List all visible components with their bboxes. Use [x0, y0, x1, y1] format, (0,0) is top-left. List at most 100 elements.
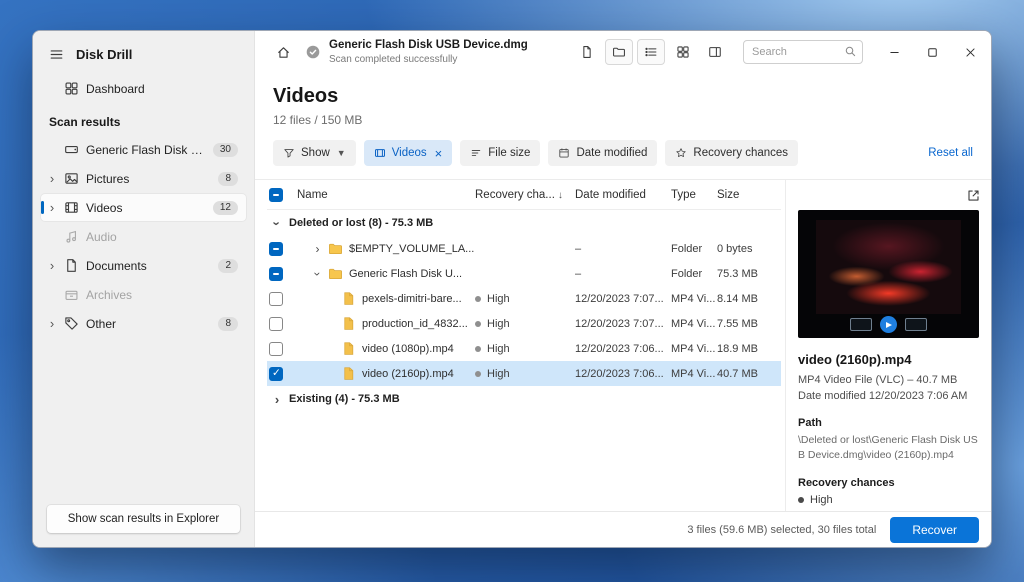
row-checkbox[interactable]: [269, 316, 283, 331]
chevron-right-icon[interactable]: ›: [272, 393, 282, 406]
show-filter-dropdown[interactable]: Show ▼: [273, 140, 356, 166]
cell-date: 12/20/2023 7:06...: [575, 367, 664, 380]
active-filter-label: Videos: [391, 147, 427, 159]
group-label: Deleted or lost (8) - 75.3 MB: [289, 217, 434, 229]
table-row[interactable]: pexels-dimitri-bare... High 12/20/2023 7…: [267, 286, 781, 311]
sort-descending-icon: ↓: [557, 189, 563, 201]
path-label: Path: [798, 417, 822, 429]
table-row[interactable]: › Generic Flash Disk U... – Folder 75.3 …: [267, 261, 781, 286]
reset-all-link[interactable]: Reset all: [928, 147, 973, 159]
file-size-filter[interactable]: File size: [460, 140, 541, 166]
archives-icon: [64, 287, 79, 302]
chevron-right-icon[interactable]: ›: [313, 243, 322, 255]
file-table: Name Recovery cha... ↓ Date modified Type…: [255, 180, 785, 511]
row-checkbox[interactable]: [269, 341, 283, 356]
group-row-existing[interactable]: › Existing (4) - 75.3 MB: [267, 386, 781, 412]
file-size-filter-label: File size: [488, 147, 531, 159]
file-path: \Deleted or lost\Generic Flash Disk USB …: [798, 434, 978, 461]
file-name: Generic Flash Disk U...: [349, 267, 463, 280]
sidebar-item-other[interactable]: › Other 8: [41, 310, 246, 337]
table-row[interactable]: › $EMPTY_VOLUME_LA... – Folder 0 bytes: [267, 236, 781, 261]
sidebar-item-videos[interactable]: › Videos 12: [41, 194, 246, 221]
column-header-recovery[interactable]: Recovery cha... ↓: [475, 189, 575, 201]
count-badge: 12: [212, 200, 238, 215]
star-icon: [675, 147, 687, 159]
sidebar-item-label: Pictures: [86, 171, 130, 186]
cell-size: 0 bytes: [717, 242, 753, 255]
file-name: $EMPTY_VOLUME_LA...: [349, 242, 475, 255]
preview-panel-button[interactable]: [701, 39, 729, 65]
open-folder-button[interactable]: [605, 39, 633, 65]
chevron-down-icon[interactable]: ›: [270, 218, 285, 228]
video-preview-thumbnail[interactable]: [798, 210, 979, 338]
new-file-button[interactable]: [573, 39, 601, 65]
active-filter-videos[interactable]: Videos ×: [363, 140, 453, 166]
minimize-button[interactable]: [877, 37, 911, 67]
select-all-checkbox[interactable]: [269, 187, 283, 202]
count-badge: 30: [212, 142, 238, 157]
date-modified-filter[interactable]: Date modified: [548, 140, 658, 166]
video-filter-icon: [374, 147, 386, 159]
chevron-down-icon[interactable]: ›: [311, 269, 325, 278]
column-header-size[interactable]: Size: [717, 189, 781, 201]
recovery-dot-icon: [475, 320, 481, 327]
list-view-button[interactable]: [637, 39, 665, 65]
file-name: video (2160p).mp4: [362, 367, 454, 380]
cell-size: 7.55 MB: [717, 317, 758, 330]
playback-controls: [798, 316, 979, 333]
titlebar: Generic Flash Disk USB Device.dmg Scan c…: [255, 31, 991, 73]
hamburger-menu-icon[interactable]: [49, 47, 64, 62]
sidebar-item-label: Archives: [86, 287, 133, 302]
table-row[interactable]: video (1080p).mp4 High 12/20/2023 7:06..…: [267, 336, 781, 361]
row-checkbox[interactable]: [269, 291, 283, 306]
file-size-icon: [470, 147, 482, 159]
column-header-date[interactable]: Date modified: [575, 189, 671, 201]
table-row-selected[interactable]: video (2160p).mp4 High 12/20/2023 7:06..…: [267, 361, 781, 386]
playback-control-left[interactable]: [850, 318, 872, 331]
column-header-type[interactable]: Type: [671, 189, 717, 201]
row-checkbox[interactable]: [269, 366, 283, 381]
grid-view-button[interactable]: [669, 39, 697, 65]
table-row[interactable]: production_id_4832... High 12/20/2023 7:…: [267, 311, 781, 336]
group-row-deleted[interactable]: › Deleted or lost (8) - 75.3 MB: [267, 210, 781, 236]
show-filter-label: Show: [301, 147, 330, 159]
playback-control-right[interactable]: [905, 318, 927, 331]
cell-size: 18.9 MB: [717, 342, 758, 355]
remove-filter-icon[interactable]: ×: [435, 147, 443, 160]
page-title: Videos: [273, 85, 339, 107]
row-checkbox[interactable]: [269, 241, 283, 256]
sidebar-item-pictures[interactable]: › Pictures 8: [41, 165, 246, 192]
home-button[interactable]: [269, 39, 297, 65]
play-button[interactable]: [880, 316, 897, 333]
cell-date: 12/20/2023 7:06...: [575, 342, 664, 355]
cell-type: Folder: [671, 242, 703, 255]
grid-view-icon: [676, 45, 690, 59]
open-external-icon[interactable]: [966, 188, 981, 203]
search-box: [743, 40, 863, 64]
video-frame: [816, 220, 961, 314]
cell-size: 40.7 MB: [717, 367, 758, 380]
close-button[interactable]: [953, 37, 987, 67]
sidebar-item-label: Audio: [86, 229, 117, 244]
sidebar-item-documents[interactable]: › Documents 2: [41, 252, 246, 279]
check-circle-icon: [305, 44, 321, 60]
recover-button[interactable]: Recover: [890, 516, 979, 543]
cell-recovery: High: [487, 367, 510, 380]
chevron-down-icon: ▼: [336, 148, 346, 158]
close-icon: [964, 46, 977, 59]
sidebar-header: Disk Drill: [33, 31, 254, 74]
sidebar-item-archives[interactable]: Archives: [41, 281, 246, 308]
cell-date: 12/20/2023 7:07...: [575, 292, 664, 305]
group-label: Existing (4) - 75.3 MB: [289, 393, 400, 405]
sidebar-item-device[interactable]: Generic Flash Disk USB D... 30: [41, 136, 246, 163]
pictures-icon: [64, 171, 79, 186]
show-in-explorer-button[interactable]: Show scan results in Explorer: [47, 505, 240, 533]
folder-icon: [328, 266, 343, 281]
row-checkbox[interactable]: [269, 266, 283, 281]
column-header-name[interactable]: Name: [293, 189, 475, 201]
sidebar-item-dashboard[interactable]: Dashboard: [41, 75, 246, 102]
maximize-button[interactable]: [915, 37, 949, 67]
sidebar-item-audio[interactable]: Audio: [41, 223, 246, 250]
cell-type: MP4 Vi...: [671, 367, 716, 380]
recovery-chances-filter[interactable]: Recovery chances: [665, 140, 799, 166]
